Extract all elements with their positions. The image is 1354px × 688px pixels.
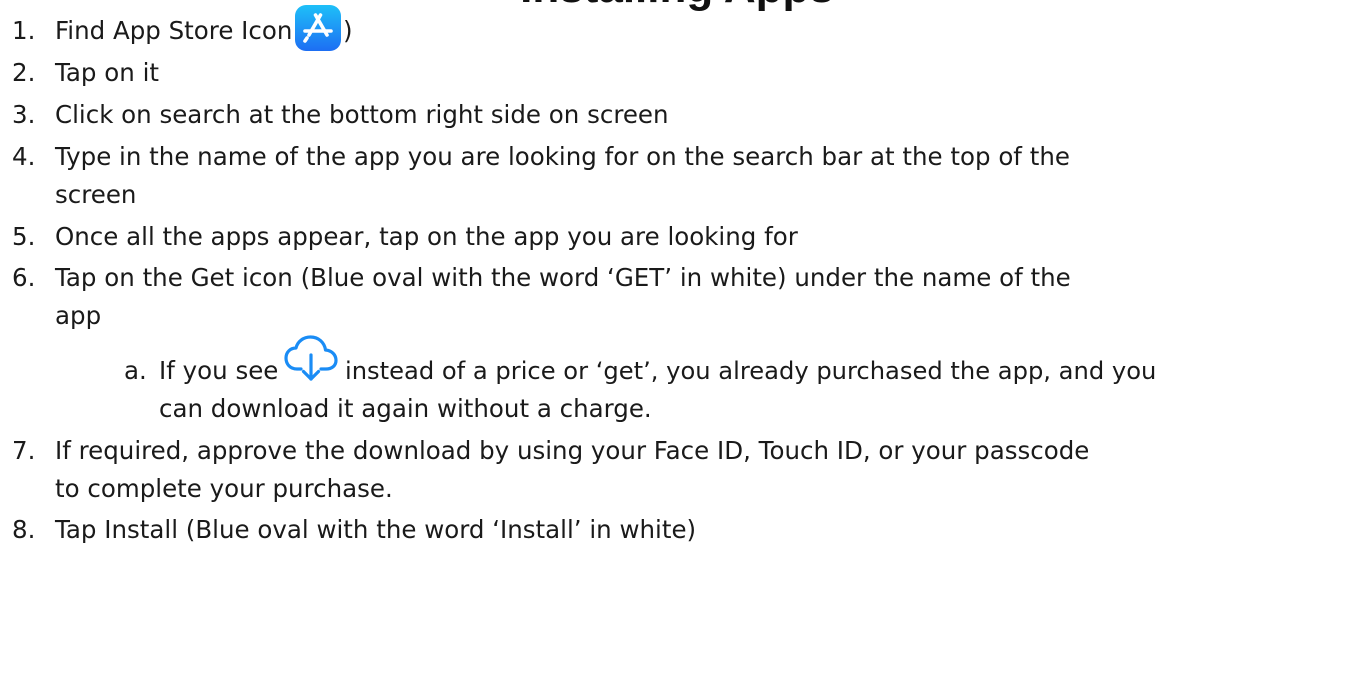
cloud-download-icon [284, 335, 338, 381]
step-number: 8. [12, 515, 36, 544]
step-text: Type in the name of the app you are look… [55, 142, 1070, 171]
step-1-close: ) [343, 16, 353, 46]
step-number: 7. [12, 436, 36, 465]
step-text: Tap Install (Blue oval with the word ‘In… [55, 515, 697, 544]
step-text: Find App Store Icon ( [55, 16, 310, 45]
app-store-icon [295, 5, 341, 51]
step-number: 6. [12, 263, 36, 292]
step-text-continued: screen [55, 180, 137, 209]
substep-text-continued: can download it again without a charge. [159, 394, 652, 423]
substep-text-before-icon: If you see [159, 356, 279, 385]
step-text: If required, approve the download by usi… [55, 436, 1090, 465]
step-text: Tap on the Get icon (Blue oval with the … [55, 263, 1071, 292]
step-text-close: ) [343, 16, 353, 45]
step-text: Tap on it [55, 58, 159, 87]
step-number: 2. [12, 58, 36, 87]
step-number: 4. [12, 142, 36, 171]
substep-a-after-icon: instead of a price or ‘get’, you already… [345, 356, 1156, 386]
page-title: Installing Apps [0, 0, 1354, 10]
step-number: 3. [12, 100, 36, 129]
step-number: 5. [12, 222, 36, 251]
step-text: Click on search at the bottom right side… [55, 100, 669, 129]
substep-letter: a. [124, 356, 147, 385]
step-text: Once all the apps appear, tap on the app… [55, 222, 798, 251]
substep-text-after-icon: instead of a price or ‘get’, you already… [345, 357, 1157, 385]
step-text-continued: to complete your purchase. [55, 474, 393, 503]
step-text-continued: app [55, 301, 102, 330]
step-number: 1. [12, 16, 36, 45]
